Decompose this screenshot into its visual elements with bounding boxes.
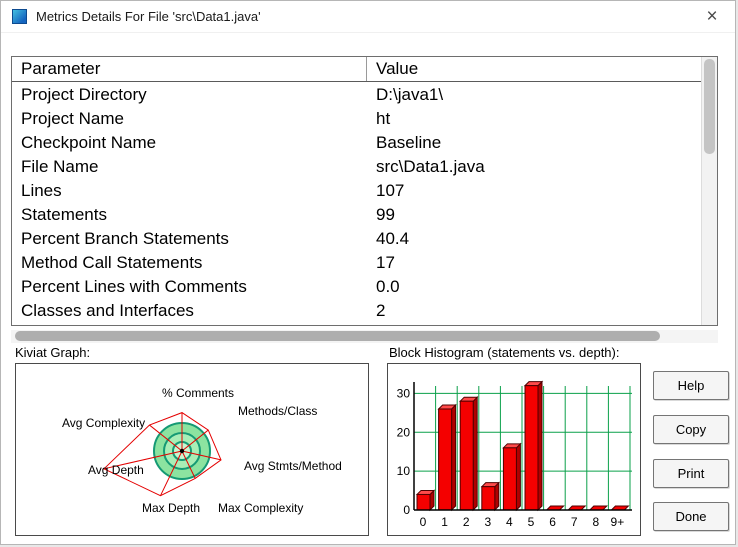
table-row[interactable]: Lines 107 [12,179,700,203]
table-row[interactable]: Project Directory D:\java1\ [12,83,700,107]
value-cell: ht [376,109,391,128]
value-cell: src\Data1.java [376,157,485,176]
kiviat-axis-label: Avg Depth [88,463,144,477]
kiviat-axis-label: Avg Complexity [62,416,146,430]
print-button[interactable]: Print [653,459,729,488]
title-bar: Metrics Details For File 'src\Data1.java… [1,1,735,33]
close-icon[interactable]: × [693,1,731,33]
horizontal-scrollbar[interactable] [11,330,718,343]
svg-text:9+: 9+ [611,515,625,529]
value-cell: 99 [376,205,395,224]
parameter-cell: Method Call Statements [21,253,203,272]
svg-text:1: 1 [441,515,448,529]
value-cell: D:\java1\ [376,85,444,104]
svg-text:6: 6 [549,515,556,529]
kiviat-axis-label: Max Complexity [218,501,304,515]
histogram-svg: 01020300 1 2 3 4 5 6 7 8 9+ [397,380,632,529]
table-row[interactable]: Project Name ht [12,107,700,131]
copy-button[interactable]: Copy [653,415,729,444]
app-icon [12,9,27,24]
parameter-cell: Statements [21,205,107,224]
value-cell: Baseline [376,133,442,152]
table-row[interactable]: Percent Branch Statements 40.4 [12,227,700,251]
svg-text:10: 10 [397,464,411,478]
block-histogram: 0 10 20 30 0 1 2 3 4 5 6 7 8 9+ [387,363,641,536]
kiviat-axis-label: Methods/Class [238,404,318,418]
table-row[interactable]: Percent Lines with Comments 0.0 [12,275,700,299]
value-cell: 107 [376,181,405,200]
kiviat-axis-label: Max Depth [142,501,201,515]
table-body: Project Directory D:\java1\ Project Name ht… [12,83,700,325]
parameter-cell: Project Directory [21,85,147,104]
value-cell: 40.4 [376,229,410,248]
svg-text:0: 0 [420,515,427,529]
vertical-scrollbar[interactable] [701,57,717,325]
svg-text:7: 7 [571,515,578,529]
help-button[interactable]: Help [653,371,729,400]
table-row[interactable]: Classes and Interfaces 2 [12,299,700,323]
svg-text:3: 3 [484,515,491,529]
value-cell: 2 [376,301,386,320]
histogram-label: Block Histogram (statements vs. depth): [389,345,620,360]
parameter-cell: Checkpoint Name [21,133,157,152]
column-header-value[interactable]: Value [367,57,717,81]
parameter-cell: Lines [21,181,62,200]
svg-text:5: 5 [528,515,535,529]
svg-text:8: 8 [592,515,599,529]
metrics-table: Parameter Value Project Directory D:\java… [11,56,718,326]
parameter-cell: Classes and Interfaces [21,301,194,320]
window-title: Metrics Details For File 'src\Data1.java… [36,9,261,24]
svg-text:0: 0 [403,503,410,517]
kiviat-graph: % Comments Methods/Class Avg Stmts/Metho… [15,363,369,536]
value-cell: 0.0 [376,277,400,296]
svg-text:2: 2 [463,515,470,529]
table-row[interactable]: File Name src\Data1.java [12,155,700,179]
svg-text:20: 20 [397,425,411,439]
table-row[interactable]: Statements 99 [12,203,700,227]
column-header-parameter[interactable]: Parameter [12,57,367,81]
parameter-cell: Project Name [21,109,124,128]
parameter-cell: Percent Lines with Comments [21,277,247,296]
vertical-scrollbar-thumb[interactable] [704,59,715,154]
table-header: Parameter Value [12,57,717,82]
value-cell: 17 [376,253,395,272]
table-row[interactable]: Method Call Statements 17 [12,251,700,275]
metrics-dialog: Metrics Details For File 'src\Data1.java… [0,0,736,545]
done-button[interactable]: Done [653,502,729,531]
table-row[interactable]: Checkpoint Name Baseline [12,131,700,155]
kiviat-axis-label: Avg Stmts/Method [244,459,342,473]
parameter-cell: File Name [21,157,99,176]
horizontal-scrollbar-thumb[interactable] [15,331,660,341]
svg-text:4: 4 [506,515,513,529]
kiviat-graph-label: Kiviat Graph: [15,345,91,360]
parameter-cell: Percent Branch Statements [21,229,229,248]
kiviat-axis-label: % Comments [162,386,235,400]
svg-text:30: 30 [397,386,411,400]
